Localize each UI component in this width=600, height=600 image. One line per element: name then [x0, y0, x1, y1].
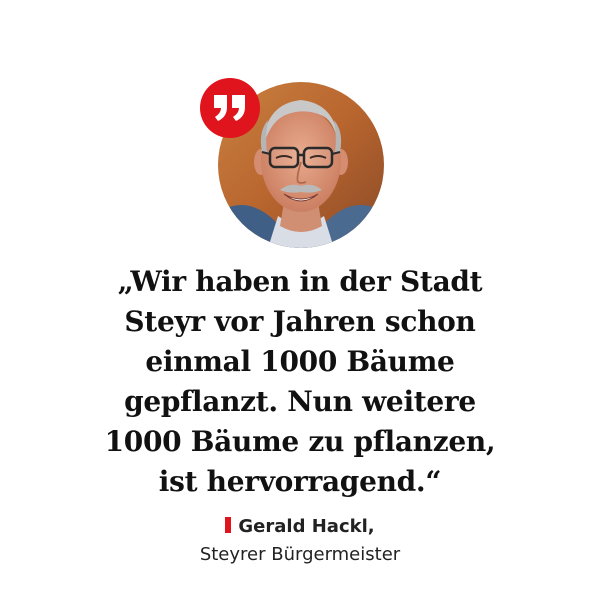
- quote-line: gepflanzt. Nun weitere: [124, 385, 476, 418]
- quote-line: einmal 1000 Bäume: [145, 345, 455, 378]
- author-role: Steyrer Bürgermeister: [199, 544, 401, 565]
- quote-line: „Wir haben in der Stadt: [117, 265, 483, 298]
- attribution: Gerald Hackl, Steyrer Bürgermeister: [60, 514, 540, 568]
- quote-line: ist hervorragend.“: [158, 465, 442, 498]
- author-line: Gerald Hackl,: [60, 514, 540, 540]
- quote-text: „Wir haben in der Stadt Steyr vor Jahren…: [60, 262, 540, 502]
- quote-line: Steyr vor Jahren schon: [124, 305, 476, 338]
- quote-line: 1000 Bäume zu pflanzen,: [104, 425, 496, 458]
- red-marker-icon: [225, 517, 232, 533]
- author-name: Gerald Hackl,: [238, 516, 375, 537]
- quotation-mark-icon: [200, 78, 260, 138]
